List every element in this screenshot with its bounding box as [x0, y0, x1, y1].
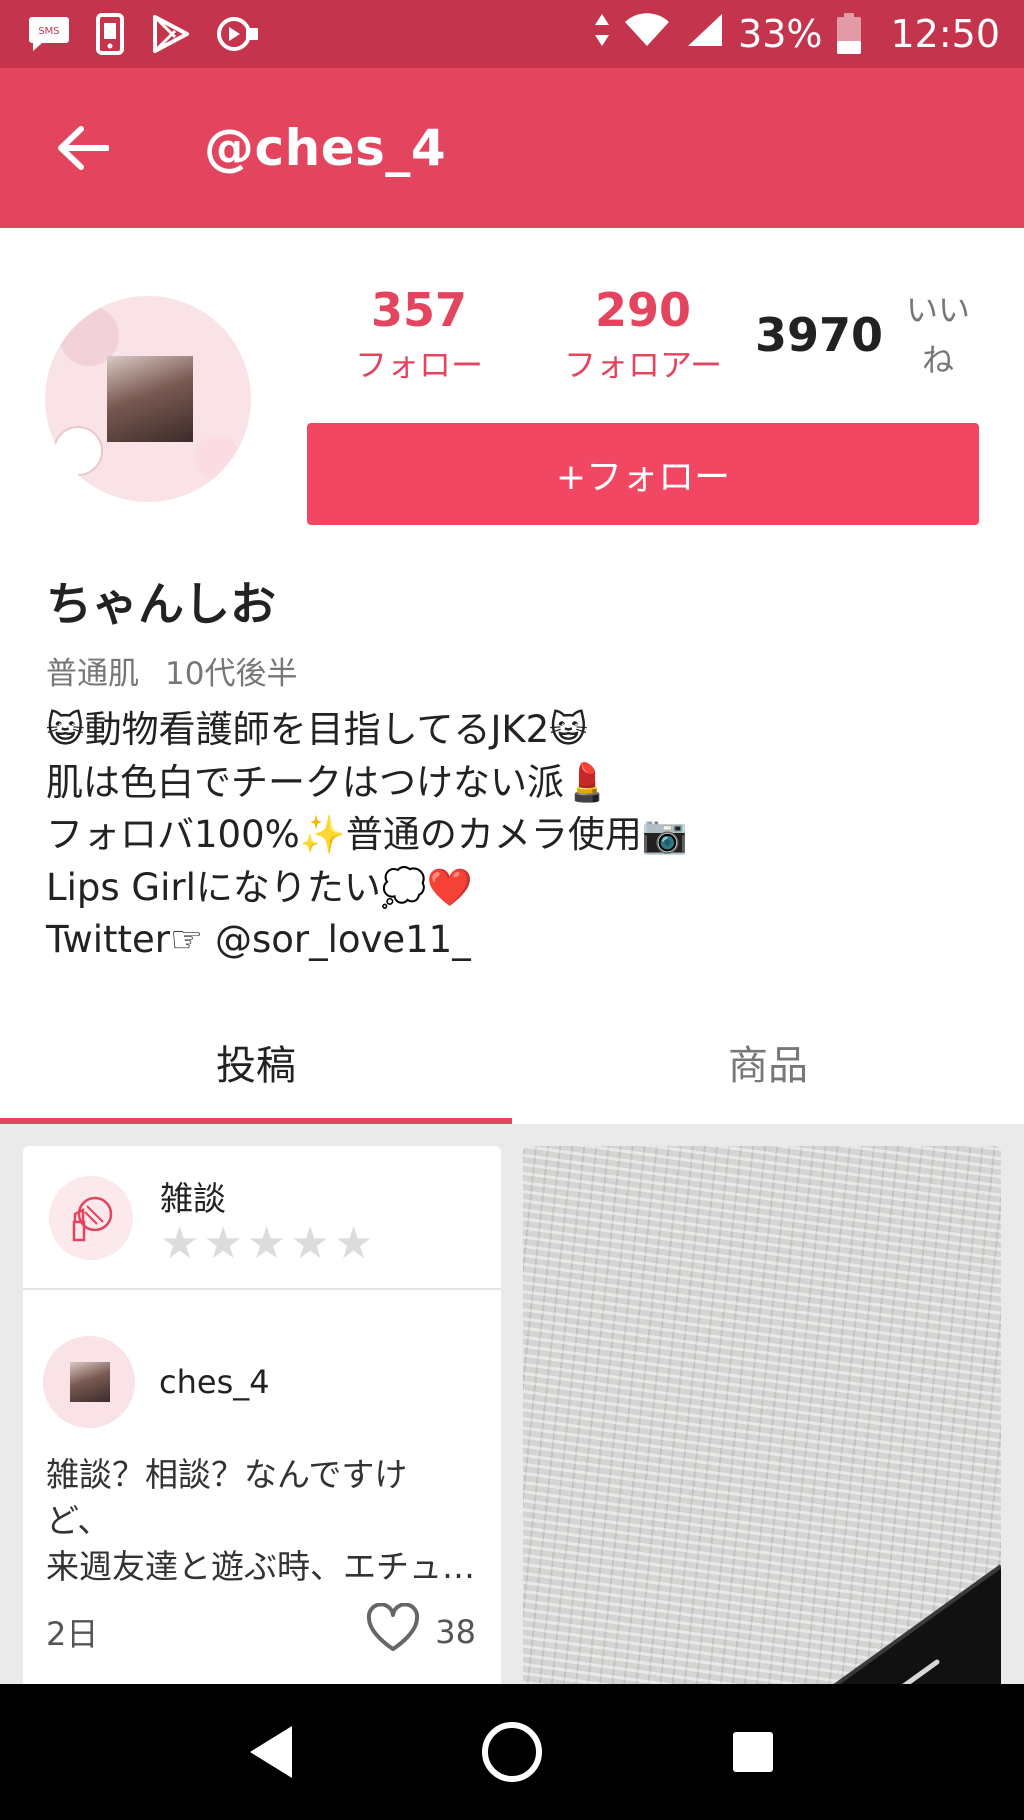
post-author: ches_4 [43, 1336, 270, 1428]
follower-count-value: 290 [594, 283, 692, 337]
pencil-photo [833, 1564, 1001, 1684]
post-photo-card[interactable] [523, 1146, 1001, 1684]
tab-posts[interactable]: 投稿 [0, 1000, 512, 1124]
post-username: ches_4 [159, 1363, 270, 1401]
svg-text:SMS: SMS [38, 26, 59, 37]
follower-count-label: フォロアー [563, 346, 723, 384]
app-bar: @ches_4 [0, 68, 1024, 228]
back-arrow-icon [58, 126, 109, 170]
post-excerpt: 雑談？相談？なんですけ ど、 来週友達と遊ぶ時、エチュ… [46, 1452, 486, 1590]
nav-home-button[interactable] [457, 1697, 567, 1807]
post-text-line: ど、 [46, 1501, 111, 1540]
square-recents-icon [733, 1732, 774, 1772]
battery-percent: 33% [738, 12, 823, 56]
avatar-decoration [195, 436, 239, 480]
post-text-line: 雑談？相談？なんですけ [46, 1455, 408, 1494]
post-card[interactable]: 雑談 ★ ★ ★ ★ ★ ches_4 雑談？相談？なんですけ ど、 来週友達と… [23, 1146, 501, 1684]
like-count-value: 3970 [755, 308, 884, 362]
content-tabs: 投稿 商品 [0, 1000, 1024, 1124]
system-nav-bar [0, 1684, 1024, 1820]
avatar-photo [107, 356, 193, 442]
post-age: 2日 [46, 1615, 99, 1653]
star-icon: ★ [246, 1218, 287, 1269]
star-icon: ★ [290, 1218, 330, 1269]
post-category: 雑談 ★ ★ ★ ★ ★ [23, 1146, 501, 1290]
sms-icon: SMS [28, 15, 70, 53]
triangle-back-icon [249, 1726, 292, 1778]
like-count: 38 [435, 1613, 476, 1651]
bio-line: フォロバ100%✨普通のカメラ使用📷 [46, 813, 688, 856]
display-name: ちゃんしお [46, 577, 276, 631]
bio-line: Twitter☞ @sor_love11_ [46, 918, 471, 961]
like-count: 3970 いいね [755, 280, 979, 390]
rating-stars: ★ ★ ★ ★ ★ [160, 1222, 373, 1266]
follow-count-label: フォロー [354, 346, 483, 384]
data-arrows-icon [594, 12, 610, 57]
circle-home-icon [481, 1722, 542, 1782]
star-icon: ★ [203, 1218, 243, 1269]
profile-stats: 357 フォロー 290 フォロアー 3970 いいね [307, 280, 979, 390]
age-range: 10代後半 [165, 656, 298, 692]
follow-count[interactable]: 357 フォロー [307, 280, 531, 390]
page-title: @ches_4 [204, 119, 447, 177]
follow-count-value: 357 [370, 283, 468, 337]
video-icon [216, 14, 260, 54]
star-icon: ★ [160, 1218, 200, 1269]
posts-grid: 雑談 ★ ★ ★ ★ ★ ches_4 雑談？相談？なんですけ ど、 来週友達と… [0, 1124, 1024, 1684]
profile-meta: 普通肌 10代後半 [46, 648, 297, 693]
bio-line: 肌は色白でチークはつけない派💄 [46, 760, 611, 804]
category-name: 雑談 [160, 1179, 226, 1218]
heart-icon[interactable] [365, 1602, 421, 1661]
tab-products[interactable]: 商品 [512, 1000, 1024, 1124]
avatar-photo [70, 1362, 110, 1402]
bio-line: Lips Girlになりたい💭❤️ [46, 865, 473, 909]
back-button[interactable] [28, 93, 138, 203]
notification-icons: SMS [28, 13, 260, 55]
like-count-label: いいね [906, 291, 971, 379]
system-status: 33% 12:50 [594, 12, 1000, 57]
lipstick-mirror-icon [49, 1176, 133, 1260]
battery-icon [836, 13, 862, 55]
avatar-decoration [53, 426, 103, 476]
post-text-line: 来週友達と遊ぶ時、エチュ… [46, 1547, 475, 1586]
clock: 12:50 [890, 12, 1000, 56]
avatar [43, 1336, 135, 1428]
follower-count[interactable]: 290 フォロアー [531, 280, 755, 390]
profile-bio: 😺動物看護師を目指してるJK2😺 肌は色白でチークはつけない派💄 フォロバ100… [46, 704, 986, 967]
post-footer: 2日 38 [46, 1602, 476, 1662]
follow-button[interactable]: +フォロー [307, 423, 979, 525]
nav-back-button[interactable] [216, 1697, 326, 1807]
star-icon: ★ [333, 1218, 374, 1269]
status-bar: SMS 33% 12:50 [0, 0, 1024, 68]
profile-avatar[interactable] [45, 296, 251, 502]
skin-type: 普通肌 [46, 656, 139, 692]
phone-icon [96, 13, 124, 55]
wifi-icon [624, 12, 670, 57]
post-likes: 38 [365, 1602, 476, 1661]
play-store-icon [150, 14, 190, 54]
nav-recents-button[interactable] [698, 1697, 808, 1807]
bio-line: 😺動物看護師を目指してるJK2😺 [46, 708, 588, 751]
signal-icon [684, 12, 724, 57]
